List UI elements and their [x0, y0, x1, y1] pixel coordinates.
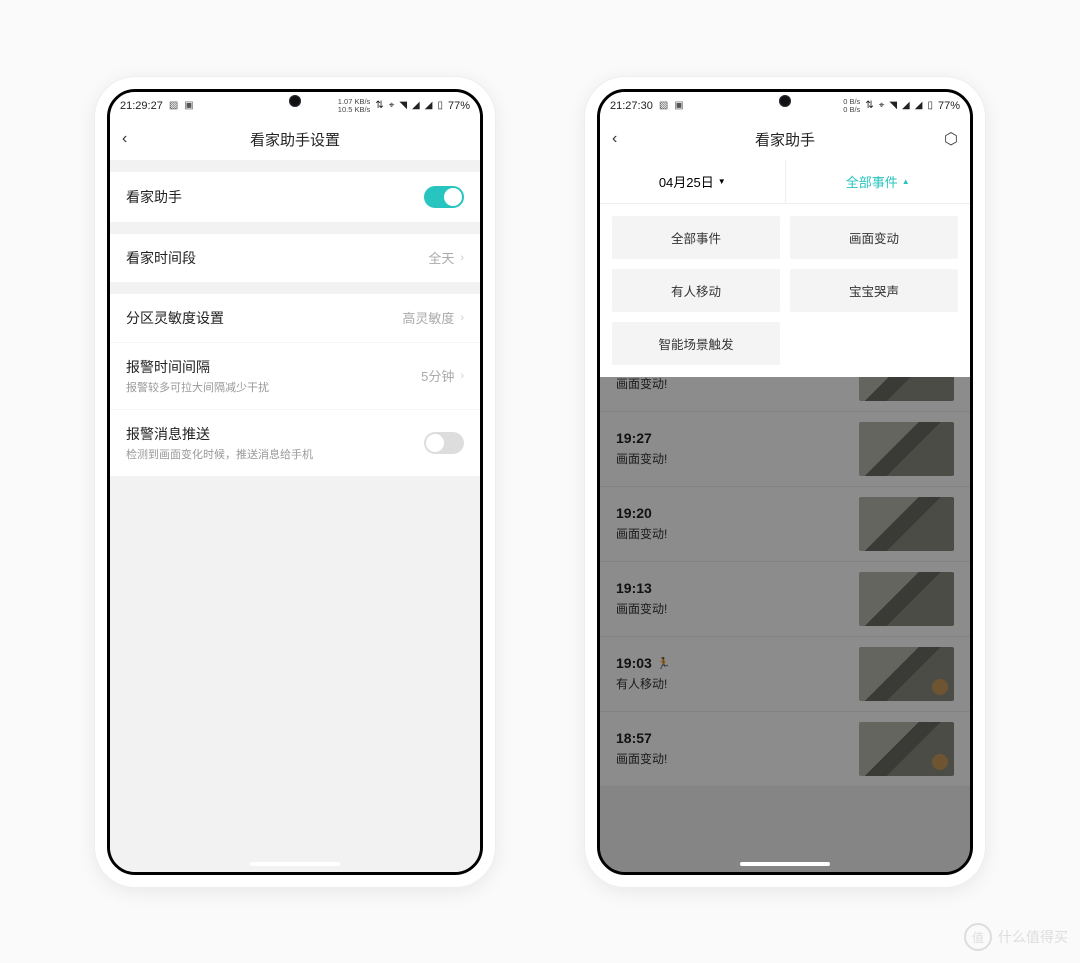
icon-misc: ▣	[674, 100, 683, 111]
chip-baby[interactable]: 宝宝哭声	[790, 269, 958, 312]
event-thumbnail[interactable]	[859, 422, 954, 476]
event-time: 19:27	[616, 430, 667, 446]
phone-camera	[289, 95, 301, 107]
event-time: 19:03🏃	[616, 655, 671, 671]
watermark-icon: 值	[964, 923, 992, 951]
watermark: 值 什么值得买	[964, 923, 1068, 951]
event-thumbnail[interactable]	[859, 647, 954, 701]
signal-icon: ◢	[902, 100, 910, 111]
location-icon: ⌖	[389, 100, 395, 111]
icon-misc: ▧	[169, 100, 178, 111]
event-thumbnail[interactable]	[859, 572, 954, 626]
event-time: 19:13	[616, 580, 667, 596]
chip-motion[interactable]: 画面变动	[790, 216, 958, 259]
settings-content: 看家助手 看家时间段 全天› 分区灵敏度设置 高灵敏度›	[110, 160, 480, 872]
event-row[interactable]: 19:13 画面变动!	[600, 562, 970, 637]
filter-panel: 全部事件 画面变动 有人移动 宝宝哭声 智能场景触发	[600, 204, 970, 377]
row-subtitle: 报警较多可拉大间隔减少干扰	[126, 379, 269, 395]
event-time: 18:57	[616, 730, 667, 746]
row-label: 看家助手	[126, 187, 182, 207]
tabs: 04月25日▼ 全部事件▲	[600, 160, 970, 204]
phone-camera	[779, 95, 791, 107]
nav-bar: ‹ 看家助手 ⬡	[600, 120, 970, 160]
event-thumbnail[interactable]	[859, 722, 954, 776]
event-row[interactable]: 19:27 画面变动!	[600, 412, 970, 487]
event-thumbnail[interactable]	[859, 377, 954, 401]
row-label: 分区灵敏度设置	[126, 308, 224, 328]
events-area: 19:33画面变动! 19:27 画面变动! 19:20 画面变动! 19:13 画面变动!…	[600, 377, 970, 872]
phone-right: 21:27:30 ▧ ▣ 0 B/s0 B/s ⇅ ⌖ ◥ ◢ ◢ ▯ 77% …	[585, 77, 985, 887]
wifi-icon: ◥	[889, 100, 897, 111]
event-desc: 画面变动!	[616, 525, 667, 542]
signal-icon: ◢	[425, 100, 433, 111]
battery-pct: 77%	[938, 100, 960, 112]
back-button[interactable]: ‹	[122, 130, 146, 148]
row-alert-interval[interactable]: 报警时间间隔 报警较多可拉大间隔减少干扰 5分钟›	[110, 343, 480, 410]
chip-all[interactable]: 全部事件	[612, 216, 780, 259]
signal-icon: ◢	[915, 100, 923, 111]
row-push-toggle[interactable]: 报警消息推送 检测到画面变化时候，推送消息给手机	[110, 410, 480, 476]
nav-bar: ‹ 看家助手设置	[110, 120, 480, 160]
toggle-home-assistant[interactable]	[424, 186, 464, 208]
event-time: 19:20	[616, 505, 667, 521]
signal-icon: ◢	[412, 100, 420, 111]
chevron-right-icon: ›	[460, 370, 464, 382]
row-label: 看家时间段	[126, 248, 196, 268]
person-run-icon: 🏃	[657, 657, 671, 670]
event-desc: 画面变动!	[616, 600, 667, 617]
battery-icon: ▯	[437, 100, 443, 111]
screen-right: 21:27:30 ▧ ▣ 0 B/s0 B/s ⇅ ⌖ ◥ ◢ ◢ ▯ 77% …	[597, 89, 973, 875]
event-desc: 画面变动!	[616, 377, 667, 393]
event-row[interactable]: 19:33画面变动!	[600, 377, 970, 412]
event-thumbnail[interactable]	[859, 497, 954, 551]
battery-pct: 77%	[448, 100, 470, 112]
status-time: 21:29:27	[120, 100, 163, 112]
status-time: 21:27:30	[610, 100, 653, 112]
row-sensitivity[interactable]: 分区灵敏度设置 高灵敏度›	[110, 294, 480, 343]
chevron-right-icon: ›	[460, 312, 464, 324]
event-row[interactable]: 18:57 画面变动!	[600, 712, 970, 787]
net-speed: 1.07 KB/s10.5 KB/s	[338, 98, 371, 114]
icon-misc: ▣	[184, 100, 193, 111]
row-main-toggle[interactable]: 看家助手	[110, 172, 480, 222]
row-label: 报警时间间隔	[126, 357, 269, 377]
event-row[interactable]: 19:03🏃 有人移动!	[600, 637, 970, 712]
row-label: 报警消息推送	[126, 424, 313, 444]
tab-filter[interactable]: 全部事件▲	[786, 160, 971, 203]
row-subtitle: 检测到画面变化时候，推送消息给手机	[126, 446, 313, 462]
toggle-push[interactable]	[424, 432, 464, 454]
event-desc: 有人移动!	[616, 675, 671, 692]
settings-button[interactable]: ⬡	[934, 129, 958, 149]
location-icon: ⌖	[879, 100, 885, 111]
caret-up-icon: ▲	[902, 177, 910, 186]
tab-date[interactable]: 04月25日▼	[600, 160, 786, 203]
phone-left: 21:29:27 ▧ ▣ 1.07 KB/s10.5 KB/s ⇅ ⌖ ◥ ◢ …	[95, 77, 495, 887]
updown-icon: ⇅	[375, 100, 383, 111]
wifi-icon: ◥	[399, 100, 407, 111]
chevron-right-icon: ›	[460, 252, 464, 264]
event-row[interactable]: 19:20 画面变动!	[600, 487, 970, 562]
events-list: 19:33画面变动! 19:27 画面变动! 19:20 画面变动! 19:13 画面变动!…	[600, 377, 970, 787]
back-button[interactable]: ‹	[612, 130, 636, 148]
chip-scene[interactable]: 智能场景触发	[612, 322, 780, 365]
page-title: 看家助手设置	[146, 129, 444, 150]
battery-icon: ▯	[927, 100, 933, 111]
net-speed: 0 B/s0 B/s	[843, 98, 860, 114]
chip-person[interactable]: 有人移动	[612, 269, 780, 312]
page-title: 看家助手	[636, 129, 934, 150]
event-desc: 画面变动!	[616, 450, 667, 467]
home-indicator[interactable]	[740, 862, 830, 866]
screen-left: 21:29:27 ▧ ▣ 1.07 KB/s10.5 KB/s ⇅ ⌖ ◥ ◢ …	[107, 89, 483, 875]
event-desc: 画面变动!	[616, 750, 667, 767]
updown-icon: ⇅	[865, 100, 873, 111]
icon-misc: ▧	[659, 100, 668, 111]
home-indicator[interactable]	[250, 862, 340, 866]
row-time-period[interactable]: 看家时间段 全天›	[110, 234, 480, 282]
caret-down-icon: ▼	[718, 177, 726, 186]
